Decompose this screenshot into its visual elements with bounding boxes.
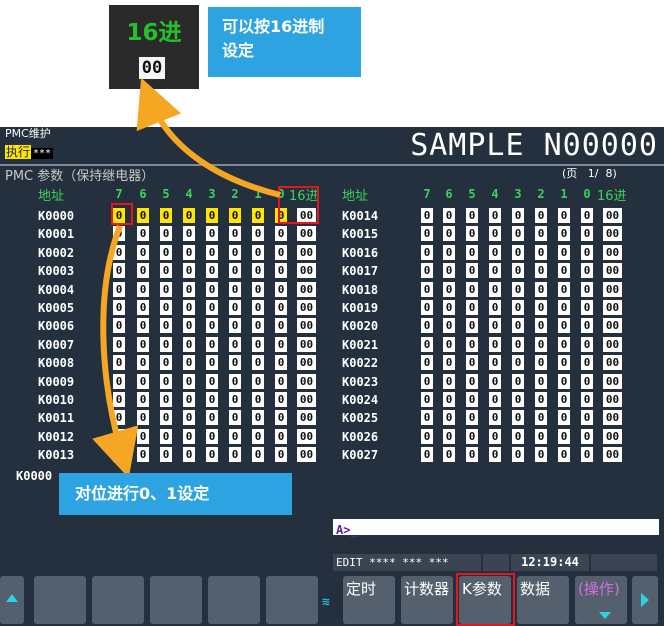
arrow-to-bit-callout — [92, 224, 139, 479]
arrow-to-hex-zoom — [136, 77, 281, 198]
callout-bit-setting: 对位进行0、1设定 — [59, 473, 292, 515]
annotation-arrows — [92, 77, 281, 479]
